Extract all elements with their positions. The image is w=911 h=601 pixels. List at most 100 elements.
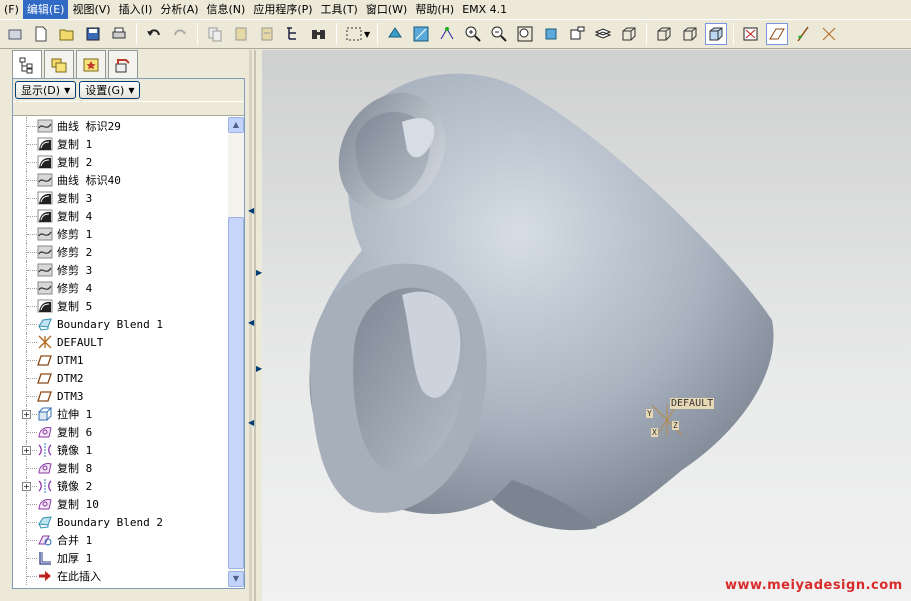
menu-item[interactable]: (F)	[0, 0, 23, 19]
favorites-tab[interactable]	[76, 50, 106, 78]
menu-item[interactable]: 应用程序(P)	[249, 0, 316, 19]
scroll-up-button[interactable]: ▲	[228, 117, 244, 133]
menu-item[interactable]: 插入(I)	[115, 0, 157, 19]
tree-item[interactable]: + 镜像 2	[13, 477, 228, 495]
model-tree-button[interactable]	[282, 23, 304, 45]
connections-icon	[115, 58, 130, 72]
tree-item[interactable]: Boundary Blend 2	[13, 513, 228, 531]
expand-icon[interactable]: +	[22, 409, 31, 419]
connections-tab[interactable]	[108, 50, 138, 78]
tree-item[interactable]: 复制 3	[13, 189, 228, 207]
expand-icon[interactable]: +	[22, 481, 31, 491]
datum-point-toggle-button[interactable]	[792, 23, 814, 45]
tree-item[interactable]: 复制 2	[13, 153, 228, 171]
tree-item[interactable]: 修剪 4	[13, 279, 228, 297]
tree-item[interactable]: 复制 5	[13, 297, 228, 315]
tree-item[interactable]: DTM2	[13, 369, 228, 387]
view-manager-button[interactable]	[540, 23, 562, 45]
datum-plane-toggle-button[interactable]	[740, 23, 762, 45]
tree-item[interactable]: 复制 8	[13, 459, 228, 477]
scroll-down-button[interactable]: ▼	[228, 571, 244, 587]
menu-item[interactable]: 分析(A)	[156, 0, 202, 19]
tree-item-label: 在此插入	[57, 570, 101, 583]
redo-button[interactable]	[169, 23, 191, 45]
orient-button[interactable]	[384, 23, 406, 45]
tree-item-label: 复制 1	[57, 138, 93, 151]
tree-connector	[27, 342, 37, 343]
menu-item[interactable]: 工具(T)	[317, 0, 362, 19]
datum-axis-toggle-button[interactable]	[766, 23, 789, 45]
copy-button[interactable]	[204, 23, 226, 45]
show-dropdown-button[interactable]: 显示(D) ▼	[15, 81, 77, 99]
navigator-splitter[interactable]: ◀ ▶ ◀ ▶ ◀	[245, 50, 262, 601]
menu-item[interactable]: 编辑(E)	[22, 0, 69, 19]
tree-item[interactable]: Boundary Blend 1	[13, 315, 228, 333]
tree-item[interactable]: 复制 4	[13, 207, 228, 225]
folder-browser-tab[interactable]	[44, 50, 74, 78]
saved-views-button[interactable]	[566, 23, 588, 45]
spin-center-button[interactable]	[436, 23, 458, 45]
tree-item[interactable]: + 镜像 1	[13, 441, 228, 459]
new-file-button[interactable]	[30, 23, 52, 45]
tree-connector	[27, 540, 37, 541]
tree-item[interactable]: DEFAULT	[13, 333, 228, 351]
model-tree-scrollbar[interactable]: ▲ ▼	[228, 117, 244, 587]
datum-axis-toggle-icon	[769, 28, 786, 40]
menu-item[interactable]: 视图(V)	[68, 0, 114, 19]
menu-item[interactable]: 帮助(H)	[411, 0, 458, 19]
tree-item[interactable]: 曲线 标识40	[13, 171, 228, 189]
tree-item[interactable]: 合并 1	[13, 531, 228, 549]
csys-axis-y: Y	[646, 409, 653, 418]
tree-item[interactable]: 修剪 2	[13, 243, 228, 261]
tree-item[interactable]: 在此插入	[13, 567, 228, 585]
tree-item[interactable]: DTM3	[13, 387, 228, 405]
graphics-window[interactable]: DEFAULT Y Z X www.meiyadesign.com	[262, 50, 911, 601]
tree-item[interactable]: + 拉伸 1	[13, 405, 228, 423]
menu-item[interactable]: EMX 4.1	[458, 0, 511, 19]
shading-button[interactable]	[705, 23, 728, 45]
find-button[interactable]	[308, 23, 330, 45]
hidden-line-button[interactable]	[653, 23, 675, 45]
zoom-out-button[interactable]	[488, 23, 510, 45]
tree-connector	[27, 162, 37, 163]
refit-button[interactable]	[410, 23, 432, 45]
csys-label: DEFAULT	[670, 398, 715, 409]
tree-item[interactable]: 复制 6	[13, 423, 228, 441]
tree-item[interactable]: 加厚 1	[13, 549, 228, 567]
collapse-arrow-icon[interactable]: ◀	[248, 206, 254, 215]
regenerate-button[interactable]	[4, 23, 26, 45]
save-button[interactable]	[82, 23, 104, 45]
tree-item[interactable]: 复制 1	[13, 135, 228, 153]
orient-icon	[388, 27, 403, 38]
tree-item[interactable]: 曲线 标识29	[13, 117, 228, 135]
zoom-fit-button[interactable]	[514, 23, 536, 45]
open-folder-button[interactable]	[56, 23, 78, 45]
expand-icon[interactable]: +	[22, 445, 31, 455]
print-button[interactable]	[108, 23, 130, 45]
menu-item[interactable]: 窗口(W)	[362, 0, 411, 19]
scroll-thumb[interactable]	[228, 217, 244, 569]
layers-button[interactable]	[592, 23, 614, 45]
tree-connector	[27, 576, 37, 577]
select-box-button[interactable]	[343, 23, 365, 45]
paste-special-button[interactable]	[256, 23, 278, 45]
tree-item[interactable]: 复制 10	[13, 495, 228, 513]
tree-item[interactable]: 修剪 3	[13, 261, 228, 279]
no-hidden-button[interactable]	[679, 23, 701, 45]
undo-button[interactable]	[143, 23, 165, 45]
paste-button[interactable]	[230, 23, 252, 45]
settings-dropdown-button[interactable]: 设置(G) ▼	[79, 81, 141, 99]
collapse-arrow-icon[interactable]: ◀	[248, 418, 254, 427]
layers-icon	[594, 28, 612, 39]
model-tree-tab[interactable]	[12, 50, 42, 79]
collapse-arrow-icon[interactable]: ◀	[248, 318, 254, 327]
menu-item[interactable]: 信息(N)	[203, 0, 250, 19]
tree-item-label: DTM2	[57, 371, 84, 385]
tree-item[interactable]: 修剪 1	[13, 225, 228, 243]
zoom-in-button[interactable]	[462, 23, 484, 45]
tree-item[interactable]: DTM1	[13, 351, 228, 369]
csys-toggle-button[interactable]	[818, 23, 840, 45]
3d-model-view[interactable]	[262, 50, 911, 601]
chevron-down-icon[interactable]: ▼	[364, 30, 370, 39]
wireframe-button[interactable]	[618, 23, 640, 45]
